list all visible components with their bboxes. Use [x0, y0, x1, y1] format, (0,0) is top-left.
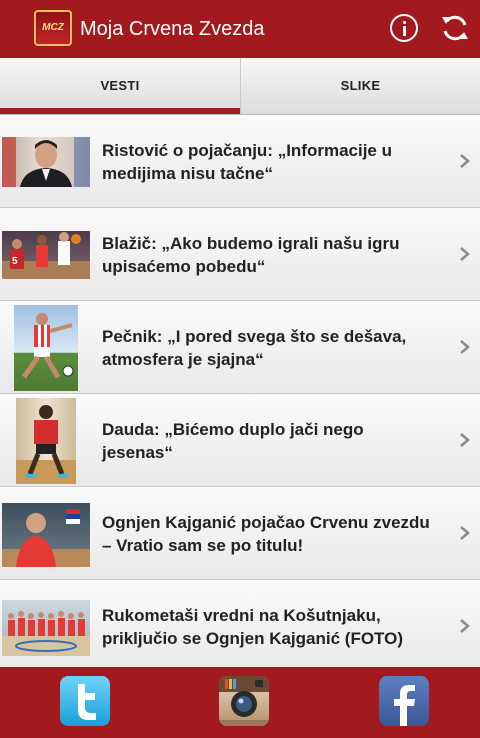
news-item[interactable]: Dauda: „Bićemo duplo jači nego jesenas“ [0, 394, 480, 487]
news-thumbnail-player-exercise [16, 398, 76, 484]
chevron-right-icon [460, 526, 470, 540]
instagram-icon[interactable] [219, 676, 269, 726]
news-thumbnail-basketball-action: 5 [2, 231, 90, 279]
app-title: Moja Crvena Zvezda [80, 18, 265, 40]
facebook-icon[interactable] [379, 676, 429, 726]
chevron-right-icon [460, 154, 470, 168]
chevron-right-icon [460, 433, 470, 447]
news-thumbnail-football-player [14, 305, 78, 391]
news-title: Ognjen Kajganić pojačao Crvenu zvezdu – … [102, 513, 430, 555]
news-item[interactable]: Pečnik: „I pored svega što se dešava, at… [0, 301, 480, 394]
app-logo: MCZ [34, 10, 72, 46]
social-bar [0, 667, 480, 738]
app-bar: MCZ Moja Crvena Zvezda [0, 0, 480, 58]
tab-vesti[interactable]: VESTI [0, 58, 240, 114]
news-item[interactable]: 5 Blažič: „Ako budemo igrali našu igru u… [0, 208, 480, 301]
tab-bar: VESTI SLIKE [0, 58, 480, 115]
news-list[interactable]: Ristović o pojačanju: „Informacije u med… [0, 115, 480, 667]
news-thumbnail-team-photo [2, 600, 90, 656]
tab-selected-indicator [0, 108, 240, 114]
news-item[interactable]: Ognjen Kajganić pojačao Crvenu zvezdu – … [0, 487, 480, 580]
news-item[interactable]: Ristović o pojačanju: „Informacije u med… [0, 115, 480, 208]
chevron-right-icon [460, 247, 470, 261]
news-title: Pečnik: „I pored svega što se dešava, at… [102, 327, 407, 369]
news-item[interactable]: Rukometaši vredni na Košutnjaku, priklju… [0, 580, 480, 667]
news-title: Rukometaši vredni na Košutnjaku, priklju… [102, 606, 404, 648]
news-title: Blažič: „Ako budemo igrali našu igru upi… [102, 234, 400, 276]
refresh-icon[interactable] [440, 13, 470, 43]
tab-slike[interactable]: SLIKE [240, 58, 480, 114]
svg-text:5: 5 [12, 256, 18, 267]
chevron-right-icon [460, 340, 470, 354]
chevron-right-icon [460, 619, 470, 633]
info-icon[interactable] [390, 14, 418, 42]
news-thumbnail-man-portrait [2, 137, 90, 187]
news-title: Dauda: „Bićemo duplo jači nego jesenas“ [102, 420, 364, 462]
twitter-icon[interactable] [60, 676, 110, 726]
news-title: Ristović o pojačanju: „Informacije u med… [102, 141, 392, 183]
news-thumbnail-player-portrait [2, 503, 90, 567]
